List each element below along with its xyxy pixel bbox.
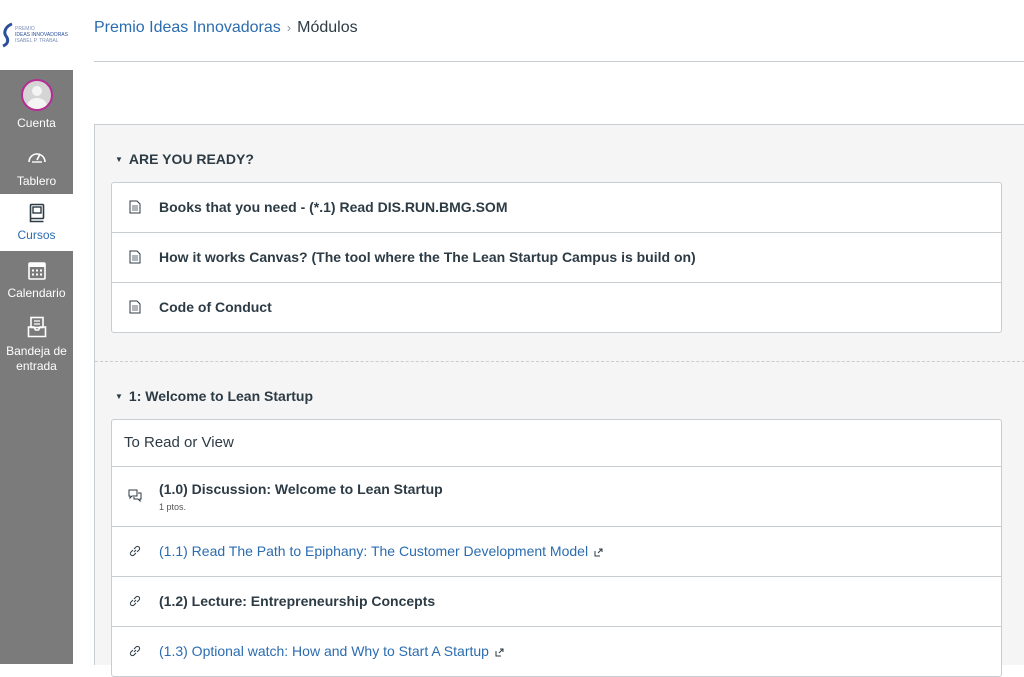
module-header-welcome[interactable]: ▼ 1: Welcome to Lean Startup: [115, 388, 313, 404]
module-item[interactable]: Books that you need - (*.1) Read DIS.RUN…: [112, 183, 1001, 232]
page-icon: [129, 300, 141, 314]
module-divider: [95, 361, 1024, 362]
nav-courses-label: Cursos: [17, 228, 56, 242]
points-label: 1 ptos.: [159, 502, 187, 512]
module-items-are-you-ready: Books that you need - (*.1) Read DIS.RUN…: [111, 182, 1002, 333]
breadcrumb-separator: ›: [286, 20, 292, 35]
module-item-title[interactable]: Books that you need - (*.1) Read DIS.RUN…: [159, 199, 507, 215]
breadcrumb-course-link[interactable]: Premio Ideas Innovadoras: [94, 19, 281, 36]
logo-swoosh-icon: [2, 22, 13, 48]
collapse-caret-icon: ▼: [115, 392, 123, 401]
nav-inbox[interactable]: Bandeja de entrada: [0, 316, 73, 374]
nav-account-label: Cuenta: [17, 116, 56, 130]
breadcrumb: Premio Ideas Innovadoras › Módulos: [94, 18, 358, 38]
module-item[interactable]: Code of Conduct: [112, 282, 1001, 332]
page-icon: [129, 250, 141, 264]
nav-courses[interactable]: Cursos: [0, 194, 73, 251]
modules-container: ▼ ARE YOU READY? Books that you need - (*…: [94, 124, 1024, 677]
module-subheader: To Read or View: [112, 420, 1001, 467]
page-icon: [129, 200, 141, 214]
link-icon: [129, 645, 141, 657]
module-item-link[interactable]: (1.3) Optional watch: How and Why to Sta…: [159, 643, 504, 659]
nav-dashboard-label: Tablero: [16, 174, 57, 188]
external-link-icon: [594, 548, 603, 557]
calendar-icon: [27, 262, 46, 280]
nav-account[interactable]: Cuenta: [0, 79, 73, 131]
collapse-caret-icon: ▼: [115, 155, 123, 164]
module-item[interactable]: (1.3) Optional watch: How and Why to Sta…: [112, 626, 1001, 676]
nav-dashboard[interactable]: Tablero: [0, 149, 73, 189]
inbox-icon: [27, 316, 46, 338]
nav-calendar[interactable]: Calendario: [0, 260, 73, 301]
institution-logo[interactable]: PREMIO IDEAS INNOVADORAS ISABEL P. TRABA…: [0, 0, 73, 70]
link-icon: [129, 545, 141, 557]
module-item[interactable]: (1.1) Read The Path to Epiphany: The Cus…: [112, 526, 1001, 576]
module-items-welcome: To Read or View (1.0) Discussion: Welcom…: [111, 419, 1002, 677]
avatar: [20, 79, 53, 111]
module-header-are-you-ready[interactable]: ▼ ARE YOU READY?: [115, 151, 254, 167]
dashboard-gauge-icon: [27, 153, 46, 163]
nav-calendar-label: Calendario: [7, 286, 66, 300]
module-item[interactable]: (1.2) Lecture: Entrepreneurship Concepts: [112, 576, 1001, 626]
module-item[interactable]: (1.0) Discussion: Welcome to Lean Startu…: [112, 467, 1001, 526]
global-nav-sidebar: PREMIO IDEAS INNOVADORAS ISABEL P. TRABA…: [0, 0, 73, 664]
module-item-link[interactable]: (1.1) Read The Path to Epiphany: The Cus…: [159, 543, 603, 559]
discussion-icon: [128, 489, 142, 502]
external-link-icon: [495, 648, 504, 657]
breadcrumb-current: Módulos: [297, 19, 358, 36]
module-item-title[interactable]: (1.0) Discussion: Welcome to Lean Startu…: [159, 481, 443, 497]
nav-inbox-label: Bandeja de entrada: [6, 344, 67, 373]
module-item[interactable]: How it works Canvas? (The tool where the…: [112, 232, 1001, 282]
link-icon: [129, 595, 141, 607]
courses-book-icon: [29, 203, 44, 223]
module-item-title[interactable]: (1.2) Lecture: Entrepreneurship Concepts: [159, 593, 435, 609]
module-item-title[interactable]: Code of Conduct: [159, 299, 272, 315]
module-item-title[interactable]: How it works Canvas? (The tool where the…: [159, 249, 696, 265]
header-divider: [94, 61, 1024, 62]
logo-text: PREMIO IDEAS INNOVADORAS ISABEL P. TRABA…: [15, 26, 68, 44]
